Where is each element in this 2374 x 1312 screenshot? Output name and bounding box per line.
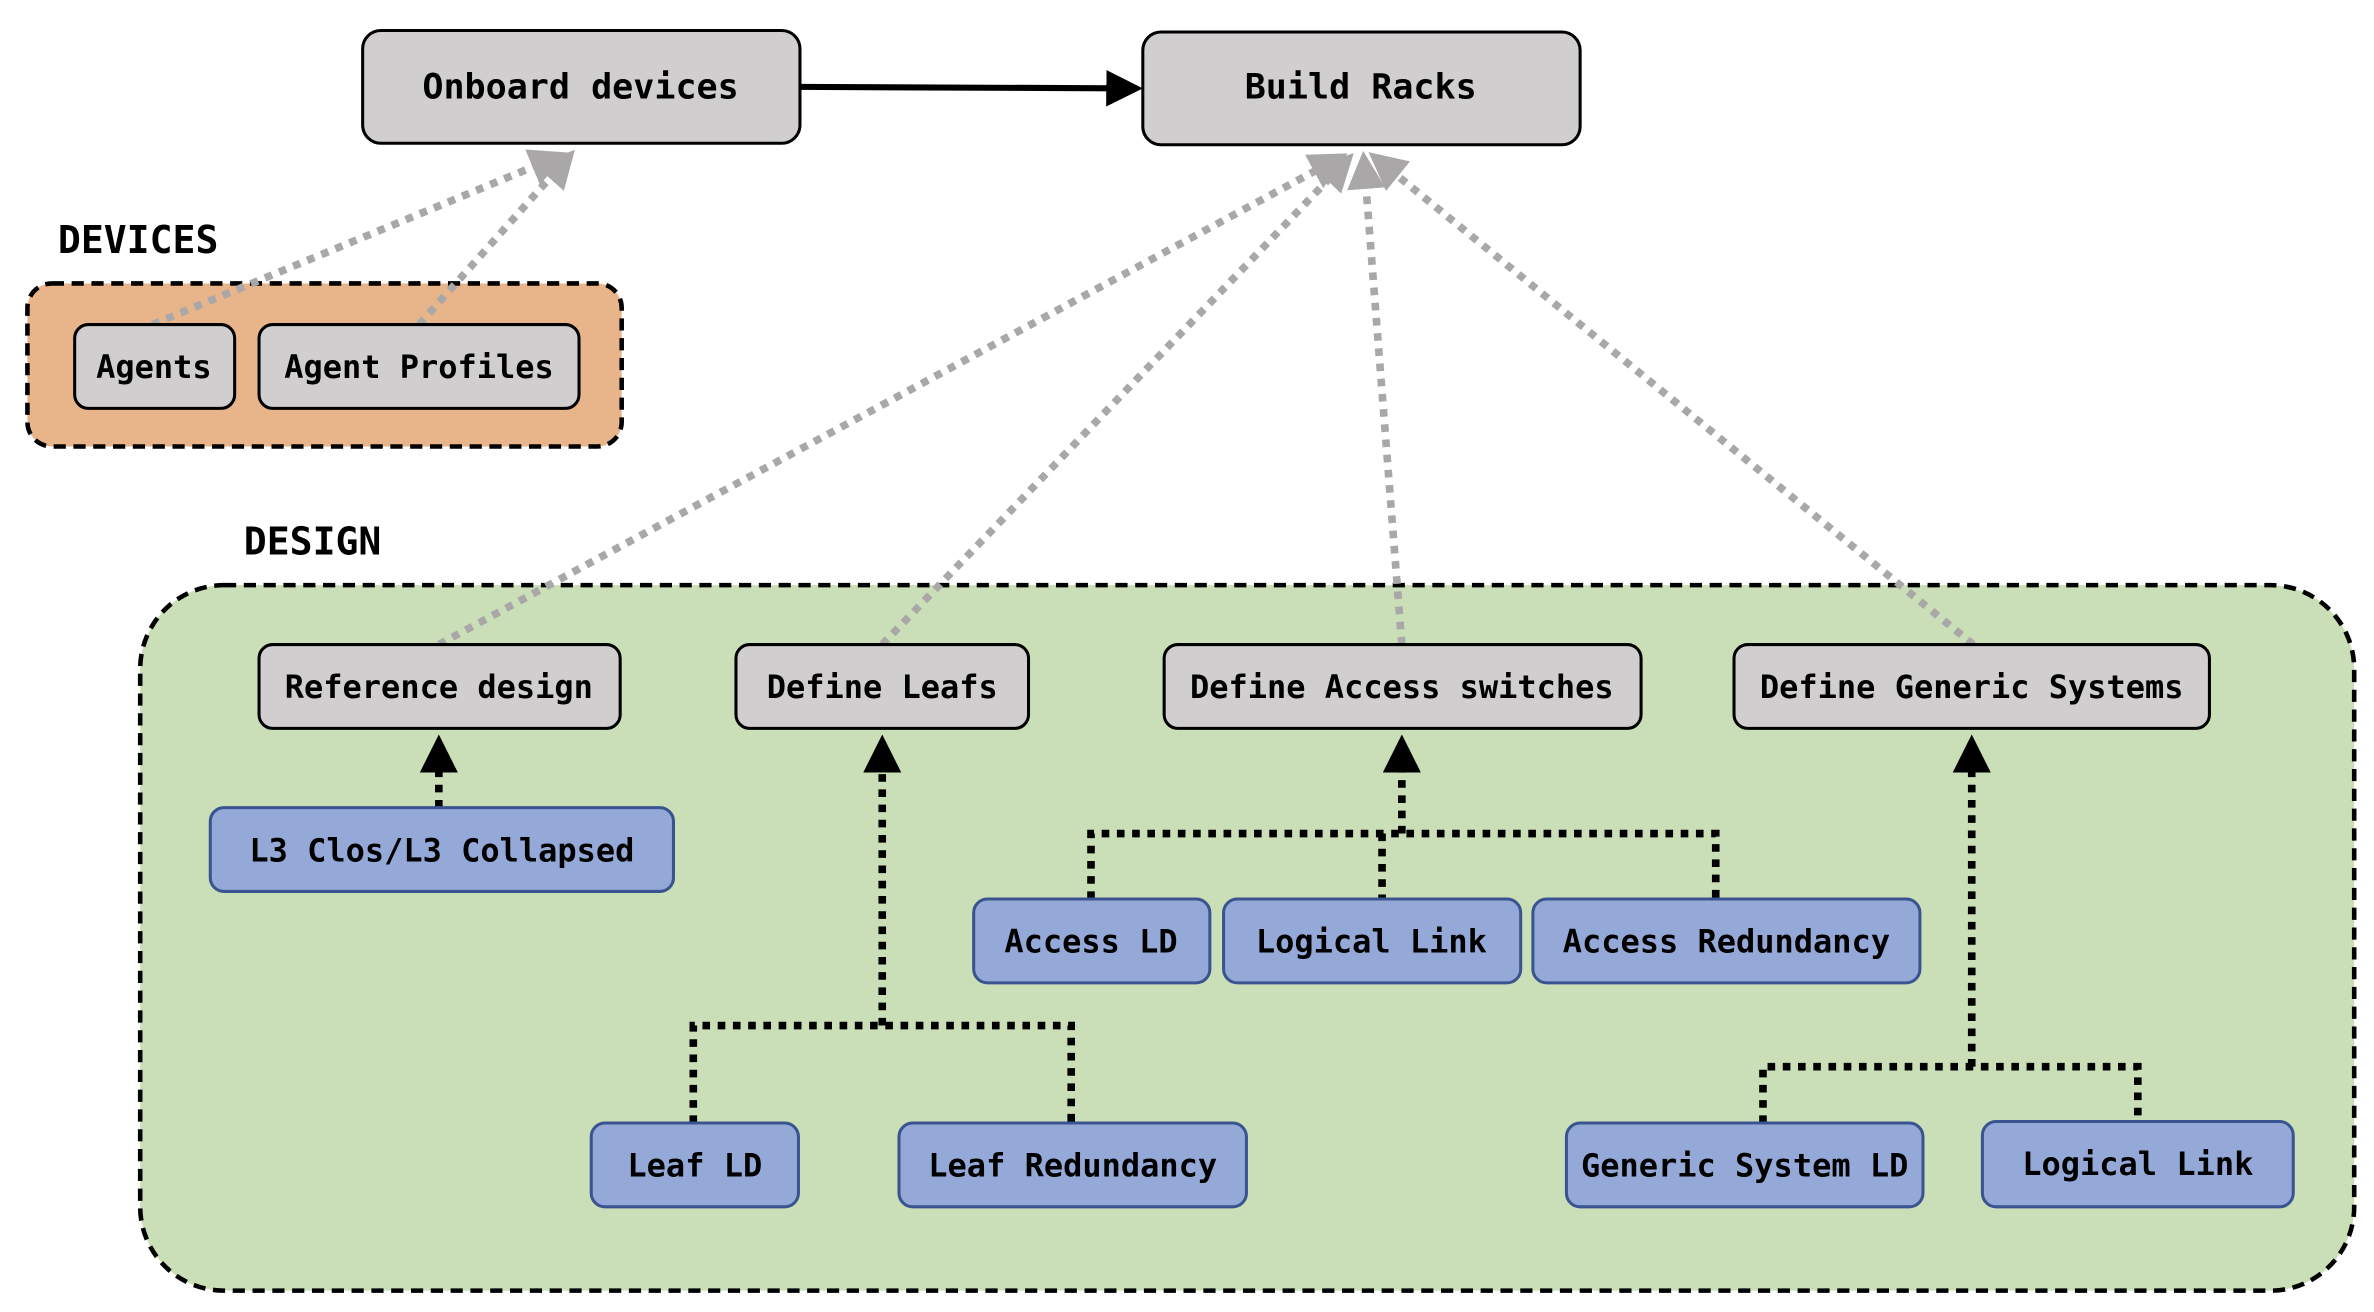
node-agent-profiles[interactable]: Agent Profiles [257,323,581,410]
node-define-generic-systems[interactable]: Define Generic Systems [1732,643,2211,730]
access-redundancy-label: Access Redundancy [1563,923,1890,961]
link-access-build [1347,150,1406,645]
node-leaf-ld[interactable]: Leaf LD [589,1121,800,1209]
access-logical-link-label: Logical Link [1256,923,1487,961]
node-generic-system-ld[interactable]: Generic System LD [1564,1121,1925,1209]
leaf-redundancy-label: Leaf Redundancy [928,1147,1217,1185]
devices-title: DEVICES [58,218,218,262]
arrow-onboard-to-build [799,69,1143,107]
onboard-label: Onboard devices [422,66,738,107]
define-access-label: Define Access switches [1190,668,1614,706]
node-l3-clos[interactable]: L3 Clos/L3 Collapsed [208,806,676,893]
generic-logical-link-label: Logical Link [2022,1145,2253,1183]
define-leafs-label: Define Leafs [767,668,998,706]
node-generic-logical-link[interactable]: Logical Link [1980,1119,2295,1209]
node-build-racks[interactable]: Build Racks [1141,30,1582,147]
agents-label: Agents [96,348,212,386]
agent-profiles-label: Agent Profiles [284,348,554,386]
link-generic-build [1368,152,1976,648]
node-agents[interactable]: Agents [73,323,237,410]
generic-system-ld-label: Generic System LD [1581,1147,1908,1185]
link-leafs-build [879,152,1354,648]
define-generic-label: Define Generic Systems [1760,668,2184,706]
node-access-logical-link[interactable]: Logical Link [1222,897,1523,985]
node-reference-design[interactable]: Reference design [257,643,622,730]
l3-clos-label: L3 Clos/L3 Collapsed [249,831,634,869]
node-define-leafs[interactable]: Define Leafs [734,643,1031,730]
node-define-access-switches[interactable]: Define Access switches [1162,643,1643,730]
build-racks-label: Build Racks [1245,66,1477,107]
access-ld-label: Access LD [1004,923,1177,961]
reference-design-label: Reference design [285,668,593,706]
node-access-ld[interactable]: Access LD [972,897,1212,985]
leaf-ld-label: Leaf LD [627,1147,762,1185]
node-access-redundancy[interactable]: Access Redundancy [1531,897,1922,985]
node-onboard-devices[interactable]: Onboard devices [361,28,802,145]
workflow-diagram: DEVICES DESIGN Onboard devices Build Rac… [25,28,2357,1293]
node-leaf-redundancy[interactable]: Leaf Redundancy [897,1121,1248,1209]
design-title: DESIGN [244,520,382,564]
